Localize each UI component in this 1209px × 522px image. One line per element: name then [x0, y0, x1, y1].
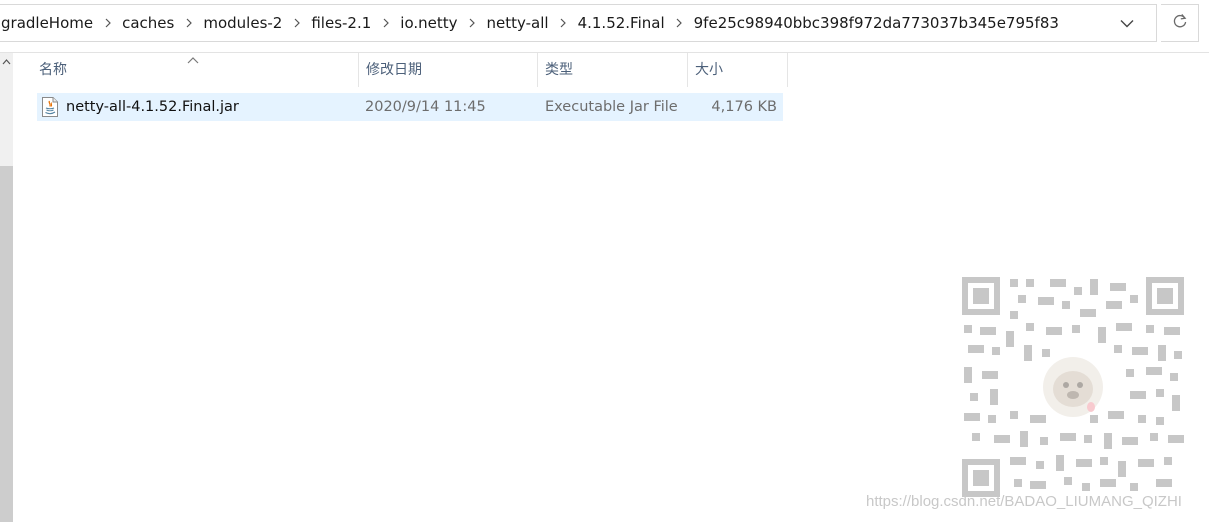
chevron-right-icon[interactable] [283, 5, 310, 41]
breadcrumb-item-io-netty[interactable]: io.netty [399, 5, 458, 41]
qr-code-watermark [962, 277, 1184, 497]
column-header-size[interactable]: 大小 [687, 53, 788, 87]
breadcrumb-item-files-2-1[interactable]: files-2.1 [310, 5, 372, 41]
sort-ascending-icon [187, 57, 199, 64]
column-header-type[interactable]: 类型 [537, 53, 687, 87]
breadcrumb-item-gradlehome[interactable]: gradleHome [0, 5, 94, 41]
chevron-right-icon[interactable] [175, 5, 202, 41]
breadcrumb-item-version[interactable]: 4.1.52.Final [577, 5, 666, 41]
file-explorer-window: gradleHome caches modules-2 files-2.1 io… [0, 0, 1209, 522]
address-bar: gradleHome caches modules-2 files-2.1 io… [0, 0, 1209, 47]
breadcrumb-item-netty-all[interactable]: netty-all [486, 5, 550, 41]
chevron-right-icon[interactable] [459, 5, 486, 41]
file-type: Executable Jar File [545, 99, 678, 115]
chevron-right-icon[interactable] [94, 5, 121, 41]
breadcrumb-item-hash[interactable]: 9fe25c98940bbc398f972da773037b345e795f83 [693, 5, 1060, 41]
file-name[interactable]: netty-all-4.1.52.Final.jar [66, 93, 239, 121]
column-header-date[interactable]: 修改日期 [358, 53, 538, 87]
refresh-button[interactable] [1161, 4, 1199, 42]
chevron-right-icon[interactable] [550, 5, 577, 41]
file-size: 4,176 KB [711, 99, 777, 115]
watermark-text: https://blog.csdn.net/BADAO_LIUMANG_QIZH… [866, 493, 1182, 510]
file-list-row[interactable]: netty-all-4.1.52.Final.jar 2020/9/14 11:… [37, 93, 783, 121]
chevron-right-icon[interactable] [372, 5, 399, 41]
scroll-up-arrow-icon[interactable] [0, 55, 13, 69]
refresh-icon [1172, 13, 1188, 33]
column-header-row: 名称 修改日期 类型 大小 [13, 53, 788, 87]
breadcrumb[interactable]: gradleHome caches modules-2 files-2.1 io… [0, 4, 1157, 42]
breadcrumb-item-caches[interactable]: caches [121, 5, 175, 41]
java-jar-icon [42, 97, 58, 117]
chevron-right-icon[interactable] [666, 5, 693, 41]
scrollbar-thumb[interactable] [0, 166, 13, 522]
breadcrumb-item-modules-2[interactable]: modules-2 [202, 5, 283, 41]
file-modified-date: 2020/9/14 11:45 [365, 99, 486, 115]
chevron-down-icon[interactable] [1112, 5, 1142, 41]
